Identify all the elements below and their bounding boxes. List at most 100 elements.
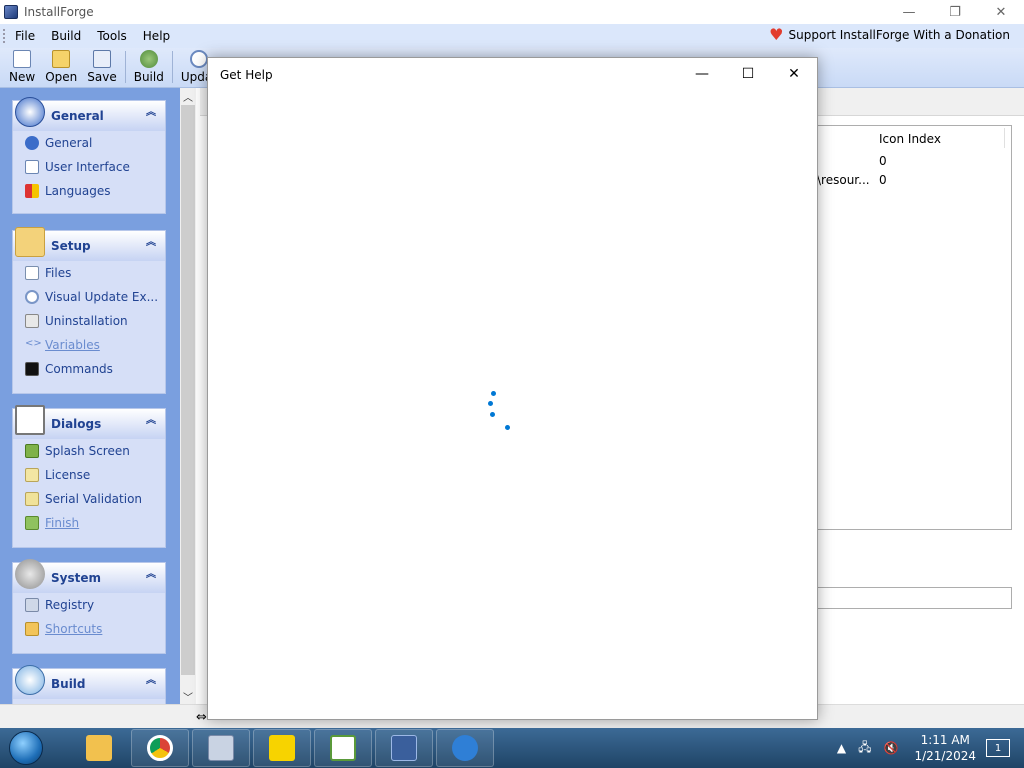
sidebar-item-uninstallation[interactable]: Uninstallation [13, 309, 165, 333]
dialog-minimize-button[interactable]: — [679, 58, 725, 90]
notification-count: 1 [994, 742, 1002, 754]
build-button[interactable]: Build [129, 50, 169, 87]
sidebar-item-label: User Interface [45, 160, 130, 174]
spinner-dot [490, 412, 495, 417]
sidebar-item-serial-validation[interactable]: Serial Validation [13, 487, 165, 511]
open-button[interactable]: Open [40, 50, 82, 87]
restore-button[interactable]: ❐ [932, 0, 978, 24]
sidebar-item-license[interactable]: License [13, 463, 165, 487]
sidebar-item-shortcuts[interactable]: Shortcuts [13, 617, 165, 641]
sidebar-item-user-interface[interactable]: User Interface [13, 155, 165, 179]
notifications-icon[interactable]: 1 [986, 739, 1010, 757]
menu-bar: File Build Tools Help ♥ Support InstallF… [0, 24, 1024, 48]
sidebar-item-label: Serial Validation [45, 492, 143, 506]
sidebar-item-files[interactable]: Files [13, 261, 165, 285]
minimize-button[interactable]: — [886, 0, 932, 24]
collapse-chevron-icon[interactable]: ︽ [146, 108, 156, 118]
group-header-setup[interactable]: Setup ︽ [13, 227, 165, 261]
sidebar-item-languages[interactable]: Languages [13, 179, 165, 203]
sidebar-item-variables[interactable]: <> Variables [13, 333, 165, 357]
scroll-down-icon[interactable]: ﹀ [180, 688, 196, 704]
group-title: Setup [51, 239, 91, 253]
files-list[interactable]: Icon Index 0 \resour... 0 [800, 125, 1012, 530]
taskbar-editor[interactable] [314, 729, 372, 767]
taskbar-installer[interactable] [192, 729, 250, 767]
collapse-chevron-icon[interactable]: ︽ [146, 416, 156, 426]
scroll-up-icon[interactable]: ︿ [180, 88, 196, 104]
show-hidden-icons-icon[interactable]: ▲ [837, 741, 846, 755]
windows-orb-icon [9, 731, 43, 765]
sidebar-group-build: Build ︽ [12, 665, 166, 704]
group-title: General [51, 109, 104, 123]
sidebar-group-setup: Setup ︽ Files Visual Update Ex... Uninst… [12, 227, 166, 394]
sidebar-item-label: General [45, 136, 93, 150]
shortcut-icon [25, 622, 39, 636]
dialog-close-button[interactable]: ✕ [771, 58, 817, 90]
gears-icon [15, 559, 45, 589]
collapse-chevron-icon[interactable]: ︽ [146, 570, 156, 580]
sidebar-item-label: Registry [45, 598, 95, 612]
path-field[interactable] [800, 587, 1012, 609]
group-title: Dialogs [51, 417, 102, 431]
menu-build[interactable]: Build [43, 29, 89, 43]
sidebar-item-splash-screen[interactable]: Splash Screen [13, 439, 165, 463]
info-icon [25, 136, 39, 150]
collapse-chevron-icon[interactable]: ︽ [146, 676, 156, 686]
dialog-maximize-button[interactable]: ☐ [725, 58, 771, 90]
sidebar-scrollbar[interactable]: ︿ ﹀ [180, 88, 196, 704]
uninstall-icon [25, 314, 39, 328]
build-label: Build [133, 70, 164, 84]
volume-muted-icon[interactable]: 🔇 [884, 741, 899, 755]
taskbar-chrome[interactable] [131, 729, 189, 767]
heart-icon: ♥ [769, 25, 784, 44]
group-title: System [51, 571, 101, 585]
collapse-chevron-icon[interactable]: ︽ [146, 238, 156, 248]
window-icon [25, 160, 39, 174]
taskbar-sticky-notes[interactable] [253, 729, 311, 767]
sidebar-item-visual-update[interactable]: Visual Update Ex... [13, 285, 165, 309]
sidebar-item-finish[interactable]: Finish [13, 511, 165, 535]
list-cell-index: 0 [879, 154, 887, 168]
flags-icon [25, 184, 39, 198]
group-header-dialogs[interactable]: Dialogs ︽ [13, 405, 165, 439]
group-header-general[interactable]: General ︽ [13, 97, 165, 131]
menu-file[interactable]: File [7, 29, 43, 43]
toolbar-separator [171, 51, 173, 83]
sidebar-item-commands[interactable]: Commands [13, 357, 165, 381]
disc-icon [15, 665, 45, 695]
new-button[interactable]: New [4, 50, 40, 87]
sidebar-item-label: Splash Screen [45, 444, 130, 458]
new-file-icon [13, 50, 32, 68]
column-header-icon-index[interactable]: Icon Index [879, 132, 941, 146]
terminal-icon [25, 362, 39, 376]
registry-icon [25, 598, 39, 612]
clock[interactable]: 1:11 AM 1/21/2024 [914, 732, 976, 764]
menu-help[interactable]: Help [135, 29, 178, 43]
taskbar-help[interactable] [436, 729, 494, 767]
group-header-system[interactable]: System ︽ [13, 559, 165, 593]
taskbar: ▲ 🖧 🔇 1:11 AM 1/21/2024 1 [0, 728, 1024, 768]
image-icon [25, 444, 39, 458]
taskbar-installforge[interactable] [375, 729, 433, 767]
open-folder-icon [52, 50, 71, 68]
sidebar-item-registry[interactable]: Registry [13, 593, 165, 617]
save-button[interactable]: Save [82, 50, 121, 87]
donate-link[interactable]: ♥ Support InstallForge With a Donation [769, 25, 1010, 44]
start-button[interactable] [6, 728, 46, 768]
sidebar-item-label: Uninstallation [45, 314, 128, 328]
installforge-app-icon [4, 5, 18, 19]
sidebar-item-general[interactable]: General [13, 131, 165, 155]
dialog-title: Get Help [220, 68, 273, 82]
group-header-build[interactable]: Build ︽ [13, 665, 165, 699]
folder-icon [86, 735, 112, 761]
network-icon[interactable]: 🖧 [858, 738, 871, 759]
loading-spinner-icon [488, 388, 512, 432]
file-add-icon [25, 266, 39, 280]
close-button[interactable]: ✕ [978, 0, 1024, 24]
scroll-thumb[interactable] [181, 105, 195, 675]
menu-tools[interactable]: Tools [89, 29, 135, 43]
clock-time: 1:11 AM [920, 733, 970, 747]
installforge-icon [391, 735, 417, 761]
taskbar-explorer[interactable] [70, 729, 128, 767]
system-tray: ▲ 🖧 🔇 1:11 AM 1/21/2024 1 [831, 728, 1024, 768]
